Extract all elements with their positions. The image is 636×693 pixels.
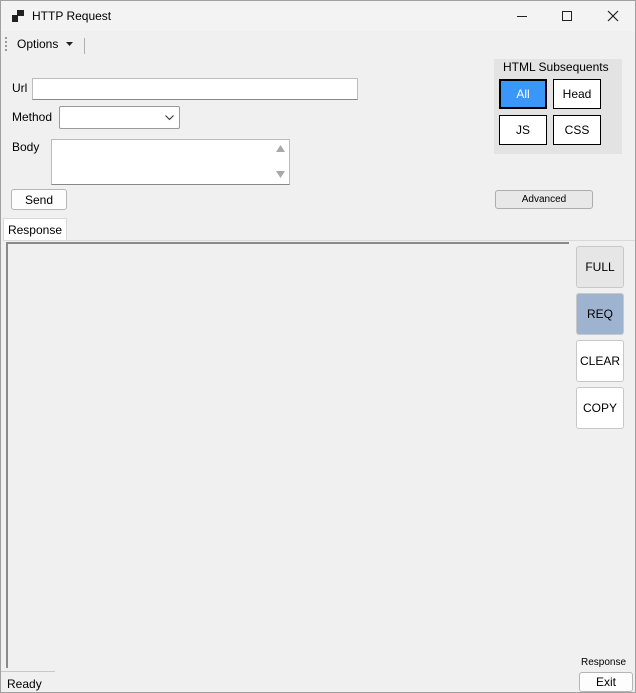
- req-button[interactable]: REQ: [576, 293, 624, 335]
- status-bar: Ready Exit: [1, 671, 635, 692]
- close-button[interactable]: [590, 1, 636, 31]
- window-title: HTTP Request: [32, 9, 112, 23]
- advanced-button[interactable]: Advanced: [495, 190, 593, 209]
- tab-divider: [3, 240, 635, 241]
- app-icon: [12, 10, 24, 22]
- minimize-icon: [517, 16, 527, 17]
- response-corner-label: Response: [581, 657, 627, 668]
- status-text: Ready: [7, 677, 42, 691]
- method-label: Method: [12, 110, 53, 124]
- response-output[interactable]: [6, 242, 569, 668]
- toolbar-grip[interactable]: [5, 37, 10, 51]
- status-divider: [1, 671, 55, 672]
- exit-button[interactable]: Exit: [579, 672, 633, 692]
- chevron-down-icon: [165, 115, 174, 121]
- maximize-icon: [562, 11, 572, 21]
- body-label: Body: [12, 140, 40, 154]
- tab-response[interactable]: Response: [3, 218, 67, 240]
- full-button[interactable]: FULL: [576, 246, 624, 288]
- method-select[interactable]: [59, 106, 180, 129]
- toolbar-separator: [84, 38, 85, 54]
- maximize-button[interactable]: [544, 1, 590, 31]
- send-button[interactable]: Send: [11, 189, 67, 210]
- all-button[interactable]: All: [499, 79, 547, 109]
- scroll-down-icon[interactable]: [276, 171, 285, 178]
- js-button[interactable]: JS: [499, 115, 547, 145]
- url-input[interactable]: [32, 78, 358, 100]
- options-label: Options: [17, 37, 59, 51]
- dropdown-arrow-icon: [66, 42, 74, 46]
- url-label: Url: [12, 81, 28, 95]
- app-window: HTTP Request Options Url Method Body Sen…: [0, 0, 636, 693]
- title-bar: HTTP Request: [1, 1, 635, 31]
- copy-button[interactable]: COPY: [576, 387, 624, 429]
- body-textarea[interactable]: [51, 139, 290, 185]
- options-menu[interactable]: Options: [11, 35, 79, 53]
- close-icon: [607, 10, 619, 22]
- scroll-up-icon[interactable]: [276, 145, 285, 152]
- body-scrollbar[interactable]: [272, 140, 289, 184]
- group-title: HTML Subsequents: [503, 60, 609, 74]
- head-button[interactable]: Head: [553, 79, 601, 109]
- css-button[interactable]: CSS: [553, 115, 601, 145]
- html-subsequents-group: HTML Subsequents All Head JS CSS: [494, 59, 622, 154]
- clear-button[interactable]: CLEAR: [576, 340, 624, 382]
- minimize-button[interactable]: [499, 1, 545, 31]
